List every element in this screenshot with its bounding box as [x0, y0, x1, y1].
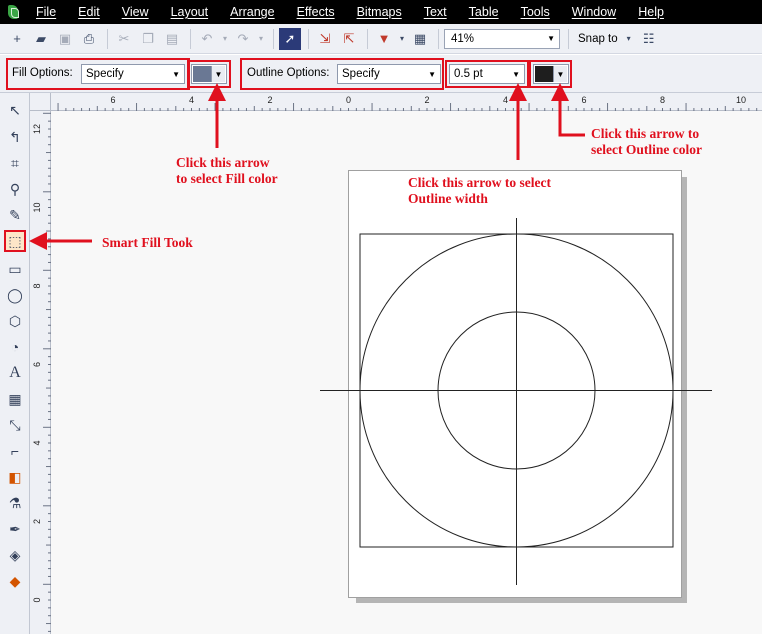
drawing-objects	[320, 218, 712, 585]
annotation-outline-color: Click this arrow to select Outline color	[591, 126, 702, 157]
annotation-outline-width: Click this arrow to select Outline width	[408, 175, 551, 206]
annotation-fill-color: Click this arrow to select Fill color	[176, 155, 278, 186]
annotation-smart-fill-tool: Smart Fill Took	[102, 235, 193, 250]
